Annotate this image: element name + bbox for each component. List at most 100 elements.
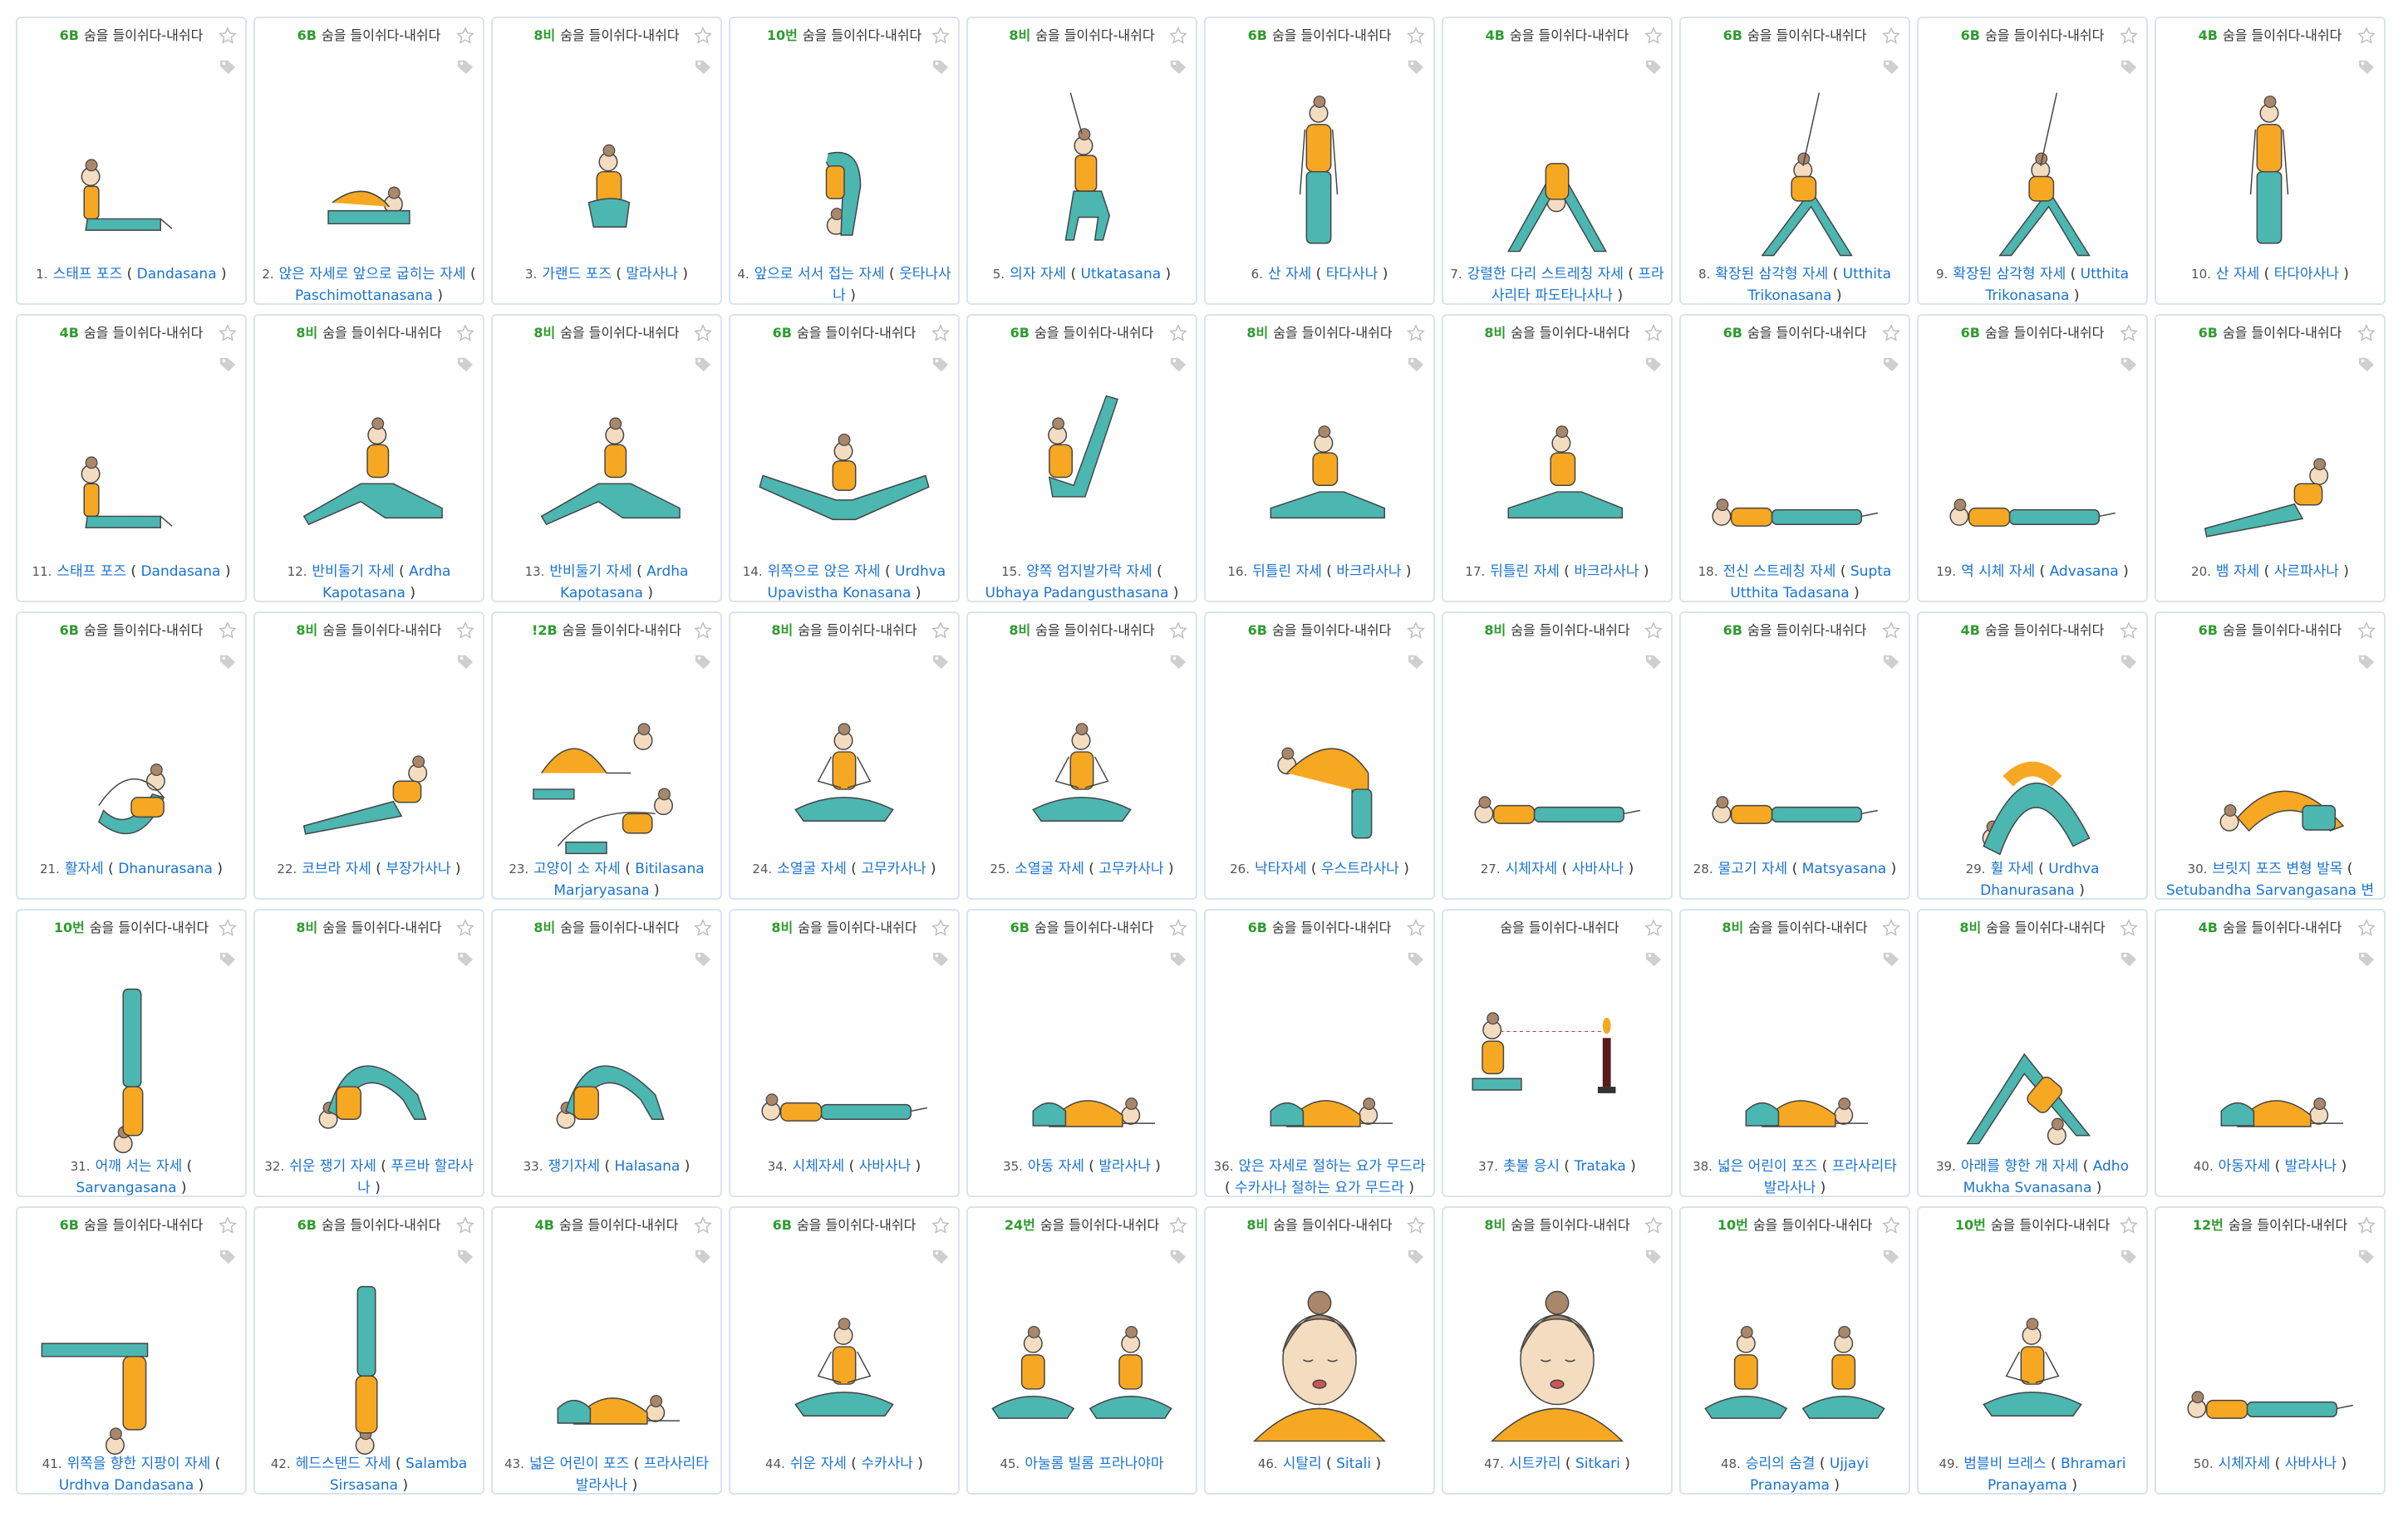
tag-icon[interactable] [456, 1248, 474, 1264]
tag-icon[interactable] [1169, 58, 1187, 75]
star-icon[interactable] [219, 1216, 237, 1235]
tag-icon[interactable] [1169, 1248, 1187, 1264]
pose-card[interactable]: 8비 숨을 들이쉬다-내쉬다 47. 시트카리 ( Sitkari ) [1442, 1206, 1673, 1495]
pose-card[interactable]: 10번 숨을 들이쉬다-내쉬다 31. 어깨 서는 자세 ( Sarvangasan… [16, 909, 247, 1197]
pose-card[interactable]: 8비 숨을 들이쉬다-내쉬다 5. 의자 자세 ( Utkatasana ) [966, 17, 1197, 305]
pose-card[interactable]: 8비 숨을 들이쉬다-내쉬다 25. 소열굴 자세 ( 고무카사나 ) [966, 611, 1197, 900]
pose-sanskrit-link[interactable]: 고무카사나 [1098, 861, 1163, 877]
pose-card[interactable]: 6B 숨을 들이쉬다-내쉬다 19. 역 시체 자세 ( Advasana ) [1917, 314, 2148, 602]
star-icon[interactable] [694, 621, 712, 640]
pose-sanskrit-link[interactable]: Sarvangasana [76, 1180, 176, 1196]
tag-icon[interactable] [1882, 1248, 1900, 1264]
star-icon[interactable] [1169, 919, 1187, 937]
star-icon[interactable] [456, 919, 474, 937]
pose-card[interactable]: 6B 숨을 들이쉬다-내쉬다 20. 뱀 자세 ( 사르파사나 ) [2155, 314, 2386, 602]
star-icon[interactable] [1169, 621, 1187, 640]
tag-icon[interactable] [694, 58, 712, 75]
pose-name-link[interactable]: 소열굴 자세 [1015, 861, 1084, 877]
pose-card[interactable]: 6B 숨을 들이쉬다-내쉬다 14. 위쪽으로 앉은 자세 ( Urdhva Upa… [729, 314, 960, 602]
pose-card[interactable]: 24번 숨을 들이쉬다-내쉬다 45. 아눌롬 빌롬 프라나야마 [966, 1206, 1197, 1495]
tag-icon[interactable] [1407, 58, 1425, 75]
star-icon[interactable] [1644, 919, 1663, 937]
pose-sanskrit-link[interactable]: 발라사나 [1098, 1158, 1151, 1175]
pose-card[interactable]: 6B 숨을 들이쉬다-내쉬다 41. 위쪽을 향한 지팡이 자세 ( Urdhva … [16, 1206, 247, 1495]
pose-sanskrit-link[interactable]: Advasana [2050, 563, 2119, 580]
pose-name-link[interactable]: 아눌롬 빌롬 프라나야마 [1025, 1456, 1163, 1472]
pose-name-link[interactable]: 반비둘기 자세 [312, 563, 394, 580]
pose-name-link[interactable]: 어깨 서는 자세 [96, 1158, 183, 1175]
tag-icon[interactable] [694, 950, 712, 967]
pose-name-link[interactable]: 반비둘기 자세 [549, 563, 631, 580]
pose-sanskrit-link[interactable]: Matsyasana [1802, 861, 1887, 877]
pose-sanskrit-link[interactable]: Paschimottanasana [295, 287, 433, 303]
star-icon[interactable] [1644, 324, 1663, 342]
star-icon[interactable] [456, 1216, 474, 1235]
pose-card[interactable]: 8비 숨을 들이쉬다-내쉬다 46. 시탈리 ( Sitali ) [1204, 1206, 1435, 1495]
pose-card[interactable]: 8비 숨을 들이쉬다-내쉬다 17. 뒤틀린 자세 ( 바크라사나 ) [1442, 314, 1673, 602]
pose-sanskrit-link[interactable]: 타다아사나 [2274, 266, 2339, 282]
tag-icon[interactable] [2357, 950, 2376, 967]
pose-name-link[interactable]: 넓은 어린이 포즈 [529, 1456, 629, 1472]
pose-card[interactable]: 4B 숨을 들이쉬다-내쉬다 43. 넓은 어린이 포즈 ( 프라사리타 발라사나 … [491, 1206, 722, 1495]
star-icon[interactable] [1169, 1216, 1187, 1235]
pose-name-link[interactable]: 휠 자세 [1990, 861, 2033, 877]
pose-sanskrit-link[interactable]: 타다사나 [1326, 266, 1378, 282]
pose-name-link[interactable]: 시체자세 [793, 1158, 845, 1175]
tag-icon[interactable] [2120, 653, 2138, 670]
star-icon[interactable] [694, 27, 712, 45]
star-icon[interactable] [931, 324, 950, 342]
pose-card[interactable]: 6B 숨을 들이쉬다-내쉬다 18. 전신 스트레칭 자세 ( Supta Utth… [1679, 314, 1910, 602]
pose-card[interactable]: 6B 숨을 들이쉬다-내쉬다 9. 확장된 삼각형 자세 ( Utthita Tri… [1917, 17, 2148, 305]
tag-icon[interactable] [1407, 950, 1425, 967]
tag-icon[interactable] [1644, 356, 1663, 372]
pose-card[interactable]: 6B 숨을 들이쉬다-내쉬다 42. 헤드스탠드 자세 ( Salamba Sirs… [253, 1206, 484, 1495]
tag-icon[interactable] [931, 653, 950, 670]
pose-sanskrit-link[interactable]: 바크라사나 [1574, 563, 1639, 580]
tag-icon[interactable] [931, 58, 950, 75]
star-icon[interactable] [694, 1216, 712, 1235]
star-icon[interactable] [219, 27, 237, 45]
pose-card[interactable]: 6B 숨을 들이쉬다-내쉬다 6. 산 자세 ( 타다사나 ) [1204, 17, 1435, 305]
tag-icon[interactable] [1169, 356, 1187, 372]
star-icon[interactable] [2357, 27, 2376, 45]
pose-sanskrit-link[interactable]: 사바사나 [859, 1158, 912, 1175]
star-icon[interactable] [456, 324, 474, 342]
star-icon[interactable] [694, 919, 712, 937]
pose-name-link[interactable]: 시체자세 [1506, 861, 1558, 877]
pose-name-link[interactable]: 앉은 자세로 앞으로 굽히는 자세 [279, 266, 466, 282]
star-icon[interactable] [1407, 324, 1425, 342]
tag-icon[interactable] [694, 653, 712, 670]
star-icon[interactable] [931, 621, 950, 640]
tag-icon[interactable] [456, 950, 474, 967]
pose-name-link[interactable]: 아동 자세 [1028, 1158, 1084, 1175]
tag-icon[interactable] [219, 950, 237, 967]
pose-name-link[interactable]: 시탈리 [1283, 1456, 1322, 1472]
pose-name-link[interactable]: 뱀 자세 [2216, 563, 2259, 580]
star-icon[interactable] [1407, 27, 1425, 45]
pose-name-link[interactable]: 의자 자세 [1010, 266, 1066, 282]
pose-card[interactable]: 4B 숨을 들이쉬다-내쉬다 29. 휠 자세 ( Urdhva Dhanurasa… [1917, 611, 2148, 900]
pose-name-link[interactable]: 뒤틀린 자세 [1252, 563, 1322, 580]
pose-card[interactable]: 4B 숨을 들이쉬다-내쉬다 11. 스태프 포즈 ( Dandasana ) [16, 314, 247, 602]
tag-icon[interactable] [1169, 653, 1187, 670]
star-icon[interactable] [1882, 1216, 1900, 1235]
pose-name-link[interactable]: 활자세 [65, 861, 104, 877]
tag-icon[interactable] [1882, 653, 1900, 670]
star-icon[interactable] [2357, 621, 2376, 640]
pose-name-link[interactable]: 스태프 포즈 [57, 563, 126, 580]
pose-name-link[interactable]: 산 자세 [2216, 266, 2259, 282]
star-icon[interactable] [219, 919, 237, 937]
star-icon[interactable] [2120, 324, 2138, 342]
tag-icon[interactable] [931, 950, 950, 967]
star-icon[interactable] [1644, 27, 1663, 45]
pose-name-link[interactable]: 앉은 자세로 절하는 요가 무드라 [1238, 1158, 1425, 1175]
pose-card[interactable]: 6B 숨을 들이쉬다-내쉬다 21. 활자세 ( Dhanurasana ) [16, 611, 247, 900]
pose-card[interactable]: 8비 숨을 들이쉬다-내쉬다 33. 쟁기자세 ( Halasana ) [491, 909, 722, 1197]
star-icon[interactable] [1407, 1216, 1425, 1235]
star-icon[interactable] [1407, 919, 1425, 937]
star-icon[interactable] [2120, 919, 2138, 937]
pose-sanskrit-link[interactable]: 사르파사나 [2274, 563, 2339, 580]
tag-icon[interactable] [1407, 653, 1425, 670]
pose-name-link[interactable]: 역 시체 자세 [1961, 563, 2035, 580]
pose-name-link[interactable]: 범블비 브레스 [1963, 1456, 2046, 1472]
